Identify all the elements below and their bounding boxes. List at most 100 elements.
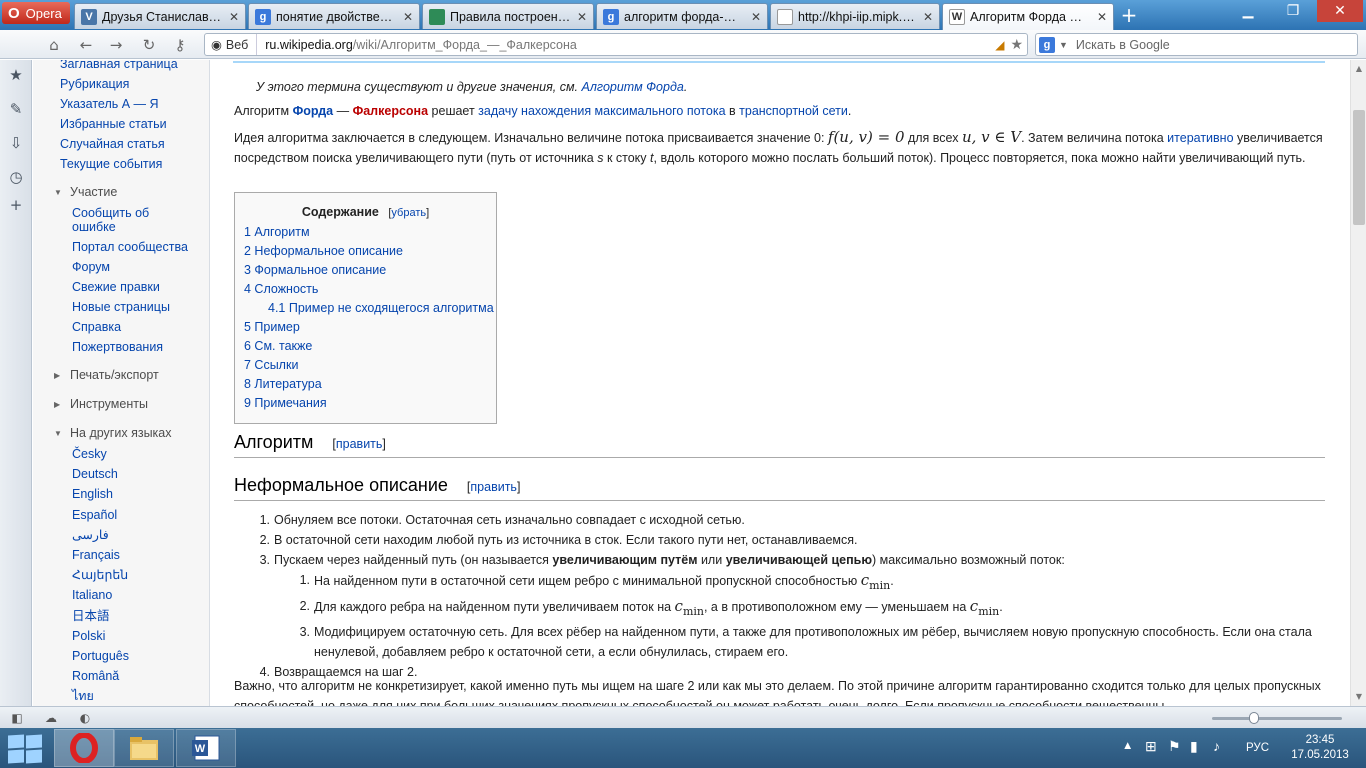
reload-icon[interactable]: ↻ <box>139 35 159 55</box>
maximize-button[interactable]: ❐ <box>1271 0 1315 22</box>
sidebar-language-link[interactable]: Česky <box>72 447 107 461</box>
tab-close-icon[interactable]: ✕ <box>229 10 239 24</box>
address-field[interactable]: ◉ Веб ru.wikipedia.org/wiki/Алгоритм_Форд… <box>204 33 1028 56</box>
close-window-button[interactable]: ✕ <box>1317 0 1363 22</box>
scrollbar-thumb[interactable] <box>1353 110 1365 225</box>
tab-close-icon[interactable]: ✕ <box>751 10 761 24</box>
taskbar-opera[interactable] <box>54 729 114 767</box>
zoom-slider[interactable] <box>1212 717 1342 720</box>
search-field[interactable]: g ▼ Искать в Google <box>1035 33 1358 56</box>
sidebar-section-participation[interactable]: ▼ Участие <box>54 185 117 199</box>
transport-network-link[interactable]: транспортной сети <box>739 104 848 118</box>
toc-item[interactable]: 4.1 Пример не сходящегося алгоритма <box>268 301 494 315</box>
tab-close-icon[interactable]: ✕ <box>923 10 933 24</box>
hatnote-link[interactable]: Алгоритм Форда <box>582 80 684 94</box>
sidebar-nav-link[interactable]: Избранные статьи <box>60 117 167 131</box>
sidebar-language-link[interactable]: Français <box>72 548 120 562</box>
iterative-link[interactable]: итеративно <box>1167 131 1233 145</box>
key-icon[interactable]: ⚷ <box>170 35 190 55</box>
sidebar-participation-link[interactable]: Новые страницы <box>72 300 192 314</box>
cloud-sync-icon[interactable]: ☁ <box>42 710 60 726</box>
history-clock-icon[interactable]: ◷ <box>7 168 25 186</box>
fulkerson-redlink[interactable]: Фалкерсона <box>353 104 429 118</box>
edit-section-link[interactable]: править <box>336 437 383 451</box>
sidebar-participation-link[interactable]: Справка <box>72 320 192 334</box>
zoom-slider-knob[interactable] <box>1249 712 1259 724</box>
taskbar-explorer[interactable] <box>114 729 174 767</box>
scroll-up-icon[interactable]: ▲ <box>1354 64 1364 73</box>
add-panel-icon[interactable]: + <box>7 196 25 214</box>
back-icon[interactable]: ← <box>76 35 96 55</box>
toc-item[interactable]: 5 Пример <box>244 320 300 334</box>
tab-close-icon[interactable]: ✕ <box>403 10 413 24</box>
toc-toggle-link[interactable]: убрать <box>391 207 426 219</box>
sidebar-section-print[interactable]: ▶ Печать/экспорт <box>54 368 159 382</box>
url-text[interactable]: ru.wikipedia.org/wiki/Алгоритм_Форда_—_Ф… <box>257 38 995 52</box>
google-icon[interactable]: g <box>1039 36 1055 53</box>
notes-icon[interactable]: ✎ <box>7 100 25 118</box>
opera-menu-button[interactable]: O Opera <box>2 2 70 24</box>
sidebar-language-link[interactable]: Deutsch <box>72 467 118 481</box>
new-tab-button[interactable]: + <box>1118 3 1140 27</box>
web-badge[interactable]: ◉ Веб <box>205 34 258 55</box>
sidebar-nav-link[interactable]: Текущие события <box>60 157 162 171</box>
toc-item[interactable]: 3 Формальное описание <box>244 263 386 277</box>
volume-icon[interactable]: ♪ <box>1213 738 1220 754</box>
rss-icon[interactable]: ◢ <box>995 38 1004 52</box>
sidebar-nav-link[interactable]: Случайная статья <box>60 137 165 151</box>
browser-tab[interactable]: V Друзья Станислава Ду... ✕ <box>74 3 246 29</box>
bookmark-star-icon[interactable]: ★ <box>1010 36 1023 53</box>
ford-link[interactable]: Форда <box>293 104 334 118</box>
home-icon[interactable]: ⌂ <box>44 35 64 55</box>
sidebar-nav-link[interactable]: Заглавная страница <box>60 60 178 71</box>
browser-tab[interactable]: W Алгоритм Форда — Ф... ✕ <box>942 3 1114 30</box>
speed-dial-icon[interactable]: ◐ <box>76 710 94 726</box>
flag-icon[interactable]: ⚑ <box>1168 738 1181 755</box>
sidebar-language-link[interactable]: Polski <box>72 629 105 643</box>
browser-tab[interactable]: g алгоритм форда-фал... ✕ <box>596 3 768 29</box>
sidebar-participation-link[interactable]: Пожертвования <box>72 340 192 354</box>
chevron-down-icon[interactable]: ▼ <box>1059 40 1068 50</box>
minimize-button[interactable]: ▁ <box>1226 0 1270 22</box>
clock[interactable]: 23:45 17.05.2013 <box>1280 733 1360 763</box>
scroll-down-icon[interactable]: ▼ <box>1354 692 1364 701</box>
sidebar-participation-link[interactable]: Портал сообщества <box>72 240 192 254</box>
tab-close-icon[interactable]: ✕ <box>577 10 587 24</box>
sidebar-language-link[interactable]: Italiano <box>72 588 112 602</box>
max-flow-link[interactable]: задачу нахождения максимального потока <box>478 104 725 118</box>
sidebar-language-link[interactable]: Română <box>72 669 119 683</box>
browser-tab[interactable]: http://khpi-iip.mipk.kh... ✕ <box>770 3 940 29</box>
sidebar-language-link[interactable]: Español <box>72 508 117 522</box>
battery-icon[interactable]: ▮ <box>1190 738 1198 755</box>
browser-tab[interactable]: Правила построения ... ✕ <box>422 3 594 29</box>
vertical-scrollbar[interactable]: ▲ ▼ <box>1350 60 1366 706</box>
taskbar-word[interactable]: W <box>176 729 236 767</box>
toc-item[interactable]: 4 Сложность <box>244 282 318 296</box>
sidebar-language-link[interactable]: ไทย <box>72 689 94 703</box>
panel-toggle-icon[interactable]: ◧ <box>8 710 26 726</box>
toc-item[interactable]: 2 Неформальное описание <box>244 244 403 258</box>
sidebar-nav-link[interactable]: Рубрикация <box>60 77 129 91</box>
toc-item[interactable]: 8 Литература <box>244 377 322 391</box>
sidebar-language-link[interactable]: فارسی <box>72 528 109 542</box>
browser-tab[interactable]: g понятие двойственно... ✕ <box>248 3 420 29</box>
network-icon[interactable]: ⊞ <box>1145 738 1157 755</box>
toc-item[interactable]: 1 Алгоритм <box>244 225 310 239</box>
forward-icon[interactable]: → <box>106 35 126 55</box>
start-button[interactable] <box>6 733 42 764</box>
sidebar-language-link[interactable]: Português <box>72 649 129 663</box>
sidebar-participation-link[interactable]: Форум <box>72 260 192 274</box>
toc-item[interactable]: 9 Примечания <box>244 396 327 410</box>
edit-section-link[interactable]: править <box>470 480 517 494</box>
sidebar-language-link[interactable]: English <box>72 487 113 501</box>
sidebar-nav-link[interactable]: Указатель А — Я <box>60 97 159 111</box>
sidebar-participation-link[interactable]: Свежие правки <box>72 280 192 294</box>
sidebar-language-link[interactable]: Հայերեն <box>72 568 128 582</box>
input-language[interactable]: РУС <box>1246 742 1269 754</box>
sidebar-participation-link[interactable]: Сообщить об ошибке <box>72 206 192 234</box>
sidebar-section-tools[interactable]: ▶ Инструменты <box>54 397 148 411</box>
toc-item[interactable]: 7 Ссылки <box>244 358 298 372</box>
toc-item[interactable]: 6 См. также <box>244 339 312 353</box>
bookmarks-star-icon[interactable]: ★ <box>7 66 25 84</box>
tray-expand-icon[interactable]: ▲ <box>1122 740 1133 752</box>
